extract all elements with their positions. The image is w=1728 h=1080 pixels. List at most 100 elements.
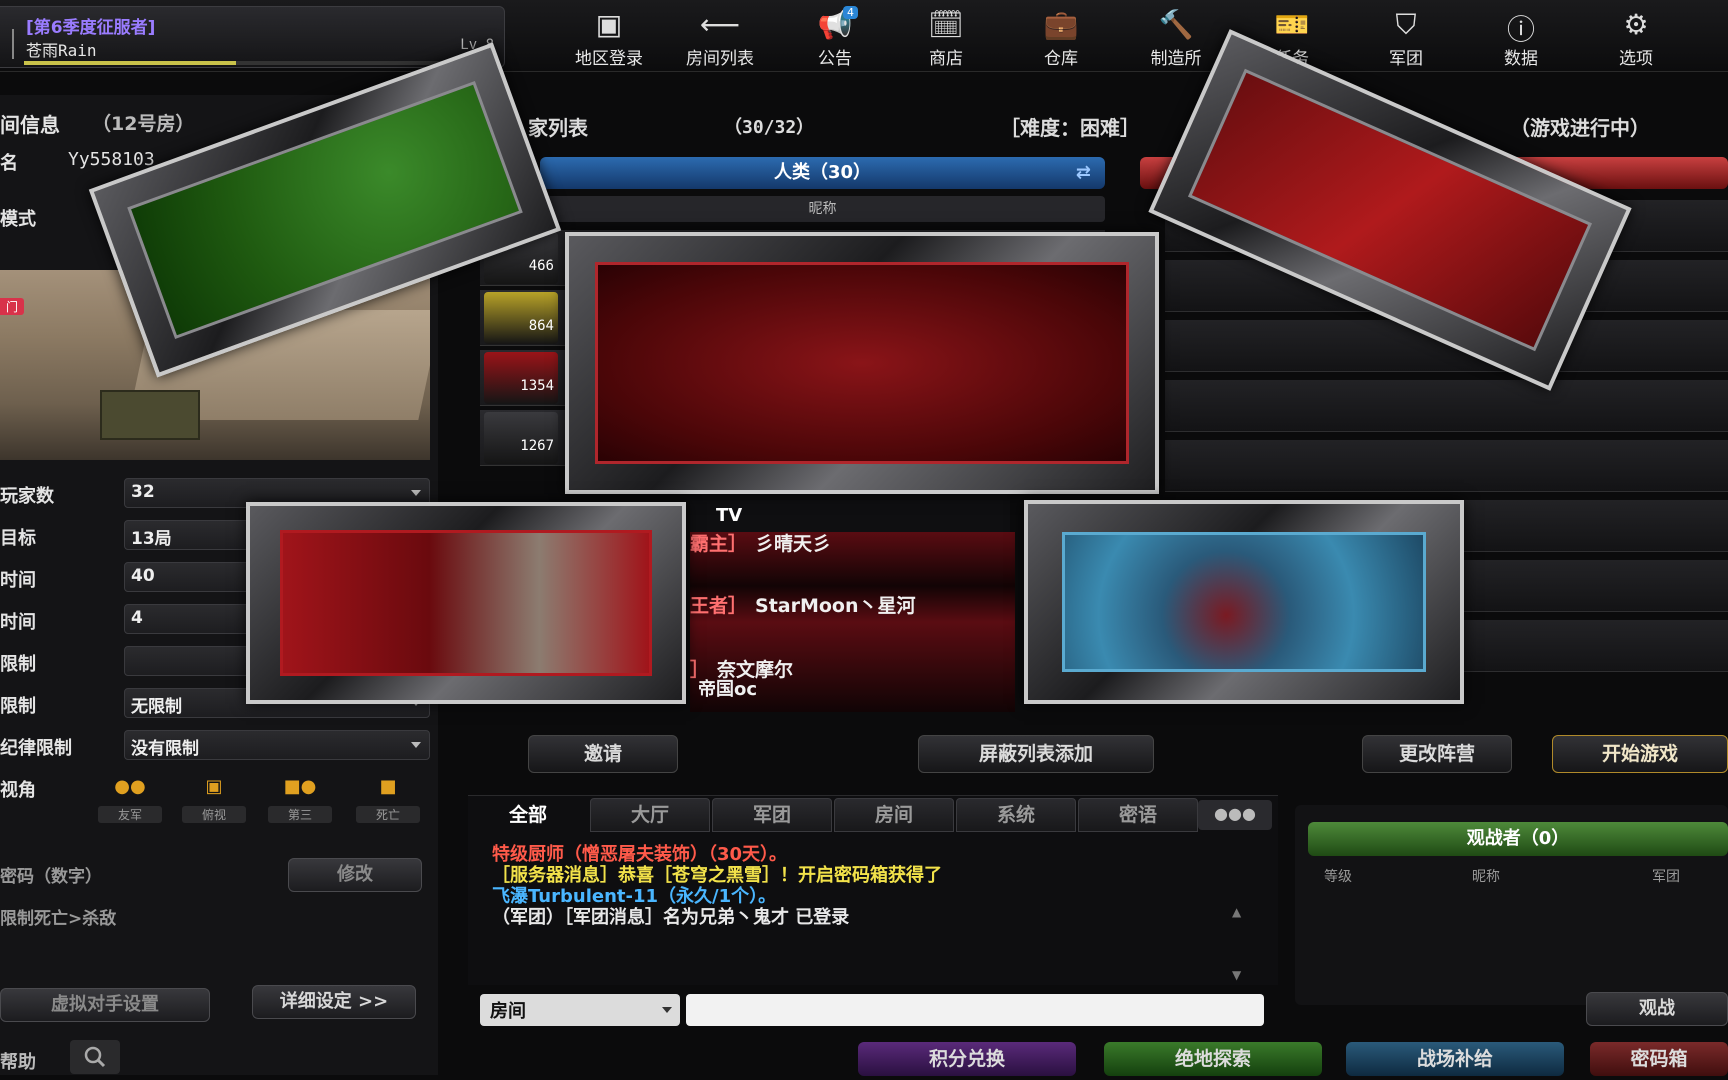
search-icon: [84, 1046, 106, 1068]
room-name-label: 名: [0, 153, 18, 174]
bot-settings-button[interactable]: 虚拟对手设置: [0, 988, 210, 1022]
nav-stats-button[interactable]: ⓘ 数据: [1465, 4, 1577, 69]
view-label: 视角: [0, 780, 36, 801]
camera-view-icon: ■●: [283, 776, 317, 797]
nav-rooms-button[interactable]: ⟵ 房间列表: [664, 4, 776, 69]
mode-label: 模式: [0, 209, 36, 230]
spectate-button[interactable]: 观战: [1586, 992, 1728, 1026]
mission-ticket-icon: 🎫: [1274, 8, 1310, 41]
chat-tab[interactable]: 军团: [712, 798, 832, 832]
chat-tab[interactable]: 密语: [1078, 798, 1198, 832]
chevron-down-icon: [662, 1007, 672, 1013]
nav-shop-button[interactable]: 🗓 商店: [890, 4, 1002, 69]
room-field-value: 无限制: [131, 697, 182, 717]
rank-emblem-icon: [0, 29, 14, 59]
experience-fill: [24, 61, 236, 65]
view-option[interactable]: ■ 死亡: [356, 776, 420, 823]
view-option[interactable]: ●● 友军: [98, 776, 162, 823]
view-option-label: 友军: [98, 806, 162, 823]
chat-input[interactable]: [686, 994, 1264, 1026]
briefcase-icon: 💼: [1043, 8, 1079, 41]
nav-storage-button[interactable]: 💼 仓库: [1005, 4, 1117, 69]
chat-tab[interactable]: 系统: [956, 798, 1076, 832]
zombie-player-row[interactable]: [1165, 380, 1728, 432]
block-list-add-button[interactable]: 屏蔽列表添加: [918, 735, 1154, 773]
spectator-clan-col: 军团: [1652, 869, 1680, 885]
bottom-action-button[interactable]: 积分兑换: [858, 1042, 1076, 1076]
clan-shield-icon: ⛉: [1395, 8, 1417, 41]
nav-label: 房间列表: [686, 49, 754, 69]
view-option[interactable]: ■● 第三: [268, 776, 332, 823]
difficulty-label: ［难度：困难］: [1000, 116, 1140, 140]
password-label: 密码（数字）: [0, 867, 102, 887]
help-search-button[interactable]: [70, 1040, 120, 1074]
experience-bar: [24, 61, 494, 65]
chat-tab[interactable]: 房间: [834, 798, 954, 832]
player-list-title: 家列表: [528, 116, 588, 140]
room-field-value: 没有限制: [131, 739, 199, 759]
level-badge: 1354: [484, 352, 558, 404]
swap-team-icon[interactable]: ⇄: [1076, 157, 1091, 189]
chat-channel-select[interactable]: 房间: [480, 994, 680, 1026]
room-field-label: 时间: [0, 612, 36, 633]
human-team-header[interactable]: 人类（30） ⇄: [540, 157, 1105, 189]
camera-view-icon: ■: [379, 776, 397, 797]
player-nickname: StarMoon丶星河: [755, 595, 916, 617]
nav-options-button[interactable]: ⚙ 选项: [1580, 4, 1692, 69]
nav-label: 选项: [1619, 49, 1653, 69]
view-option-label: 死亡: [356, 806, 420, 823]
detail-settings-button[interactable]: 详细设定 >>: [252, 985, 416, 1019]
player-nickname: 彡晴天彡: [755, 533, 832, 555]
room-field-label: 限制: [0, 696, 36, 717]
featured-player-row[interactable]: 王者］ StarMoon丶星河: [690, 586, 1015, 626]
nav-clan-button[interactable]: ⛉ 军团: [1350, 4, 1462, 69]
human-team-label: 人类（30）: [773, 162, 872, 183]
chat-tab[interactable]: 全部: [468, 798, 588, 832]
chat-bubble-icon[interactable]: ●●●: [1198, 800, 1272, 830]
player-nickname: 帝国oc: [698, 679, 758, 700]
zombie-player-row[interactable]: [1165, 440, 1728, 492]
nav-label: 军团: [1389, 49, 1423, 69]
view-option-label: 俯视: [182, 806, 246, 823]
notice-count-badge: 4: [843, 6, 858, 19]
view-option[interactable]: ▣ 俯视: [182, 776, 246, 823]
room-name-value: Yy558103: [68, 149, 155, 170]
bottom-action-button[interactable]: 绝地探索: [1104, 1042, 1322, 1076]
death-limit-label: 限制死亡>杀敌: [0, 909, 117, 929]
start-game-button[interactable]: 开始游戏: [1552, 735, 1728, 773]
monster-card-art: [280, 530, 652, 676]
center-red-card: [565, 232, 1159, 494]
player-name: 苍雨Rain: [26, 41, 97, 60]
chat-scroll-up-icon[interactable]: ▲: [1232, 905, 1241, 919]
map-crates: [100, 390, 200, 440]
room-field-select[interactable]: 没有限制: [124, 730, 430, 760]
chat-scroll-down-icon[interactable]: ▼: [1232, 968, 1241, 982]
nickname-column-header: 昵称: [540, 196, 1105, 222]
featured-player-row[interactable]: 帝国oc: [690, 676, 1015, 704]
invite-button[interactable]: 邀请: [528, 735, 678, 773]
chevron-down-icon: [411, 490, 421, 496]
monster-red-card: [246, 502, 686, 704]
gear-icon: ⚙: [1623, 8, 1649, 41]
back-arrow-icon: ⟵: [699, 8, 741, 41]
featured-player-row[interactable]: 霸主］ 彡晴天彡: [690, 524, 1015, 564]
season-title: [第6季度征服者]: [26, 18, 156, 38]
chat-tab[interactable]: 大厅: [590, 798, 710, 832]
bottom-action-button[interactable]: 战场补给: [1346, 1042, 1564, 1076]
room-field-value: 13局: [131, 529, 172, 549]
nav-notice-button[interactable]: 📢 公告 4: [779, 4, 891, 69]
bottom-action-button[interactable]: 密码箱: [1590, 1042, 1728, 1076]
player-title-tag: 霸主］: [690, 533, 748, 555]
room-field-label: 纪律限制: [0, 738, 72, 759]
nav-workshop-button[interactable]: 🔨 制造所: [1120, 4, 1232, 69]
room-field-label: 目标: [0, 528, 36, 549]
room-field-value: 4: [131, 608, 143, 628]
room-number: （12号房）: [92, 113, 195, 135]
spectator-header[interactable]: 观战者（0）: [1308, 822, 1728, 856]
blue-card-art: [1062, 532, 1426, 672]
player-title-tag: 王者］: [690, 595, 748, 617]
nav-region-button[interactable]: ▣ 地区登录: [553, 4, 665, 69]
player-profile-card[interactable]: [第6季度征服者] 苍雨Rain Lv.8: [0, 6, 505, 68]
change-team-button[interactable]: 更改阵营: [1362, 735, 1512, 773]
modify-password-button[interactable]: 修改: [288, 858, 422, 892]
